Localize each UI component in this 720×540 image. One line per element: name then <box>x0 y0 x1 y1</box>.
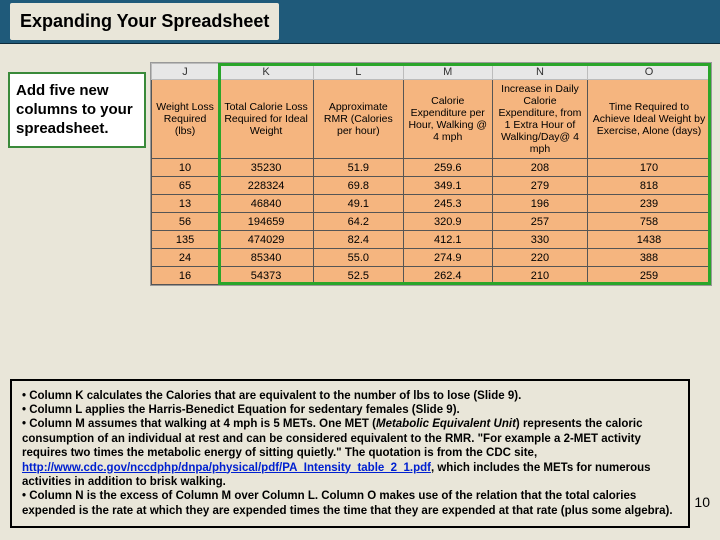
hdr-J: Weight Loss Required (lbs) <box>152 80 219 159</box>
note-line: • Column N is the excess of Column M ove… <box>22 489 678 518</box>
notes-box: • Column K calculates the Calories that … <box>10 379 690 528</box>
note-line: • Column L applies the Harris-Benedict E… <box>22 403 678 417</box>
note-line: • Column K calculates the Calories that … <box>22 389 678 403</box>
col-L: L <box>314 64 403 80</box>
table-row: 134684049.1245.3196239 <box>152 195 711 213</box>
callout-box: Add five new columns to your spreadsheet… <box>8 72 146 148</box>
table-row: 13547402982.4412.13301438 <box>152 231 711 249</box>
page-number: 10 <box>694 494 710 510</box>
col-O: O <box>587 64 710 80</box>
col-J: J <box>152 64 219 80</box>
table-row: 165437352.5262.4210259 <box>152 267 711 285</box>
col-M: M <box>403 64 492 80</box>
note-line: • Column M assumes that walking at 4 mph… <box>22 417 678 489</box>
title-bar: Expanding Your Spreadsheet <box>0 0 720 44</box>
col-K: K <box>219 64 314 80</box>
table-row: 6522832469.8349.1279818 <box>152 177 711 195</box>
hdr-N: Increase in Daily Calorie Expenditure, f… <box>492 80 587 159</box>
hdr-M: Calorie Expenditure per Hour, Walking @ … <box>403 80 492 159</box>
col-N: N <box>492 64 587 80</box>
table-row: 5619465964.2320.9257758 <box>152 213 711 231</box>
content-row: Add five new columns to your spreadsheet… <box>0 62 720 286</box>
page-title: Expanding Your Spreadsheet <box>10 3 279 40</box>
field-header-row: Weight Loss Required (lbs) Total Calorie… <box>152 80 711 159</box>
spreadsheet-table: J K L M N O Weight Loss Required (lbs) T… <box>151 63 711 285</box>
spreadsheet: J K L M N O Weight Loss Required (lbs) T… <box>150 62 712 286</box>
hdr-K: Total Calorie Loss Required for Ideal We… <box>219 80 314 159</box>
table-row: 248534055.0274.9220388 <box>152 249 711 267</box>
table-row: 103523051.9259.6208170 <box>152 159 711 177</box>
hdr-O: Time Required to Achieve Ideal Weight by… <box>587 80 710 159</box>
column-letter-row: J K L M N O <box>152 64 711 80</box>
cdc-link[interactable]: http://www.cdc.gov/nccdphp/dnpa/physical… <box>22 462 431 474</box>
hdr-L: Approximate RMR (Calories per hour) <box>314 80 403 159</box>
